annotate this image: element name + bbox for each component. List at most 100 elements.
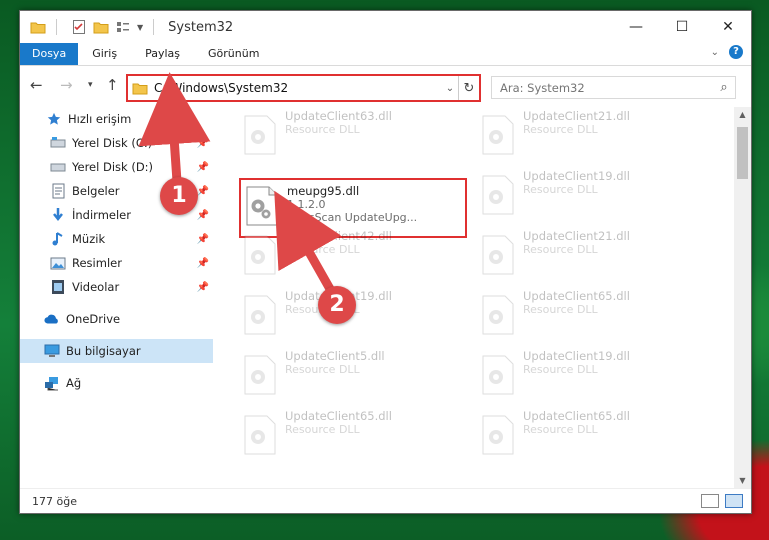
computer-icon	[44, 343, 60, 359]
refresh-icon[interactable]: ↻	[458, 76, 479, 100]
dll-file-icon	[243, 355, 277, 395]
pin-icon[interactable]: 📌	[197, 258, 209, 269]
nav-item-pictures[interactable]: Resimler 📌	[20, 251, 213, 275]
explorer-window: ▼ System32 — ☐ ✕ Dosya Giriş Paylaş Görü…	[19, 10, 752, 514]
file-description: Resource DLL	[523, 423, 598, 436]
tab-file[interactable]: Dosya	[20, 43, 79, 65]
file-description: Resource DLL	[523, 303, 598, 316]
file-tile[interactable]: UpdateClient5.dll Resource DLL	[239, 349, 469, 403]
recent-locations-icon[interactable]: ▾	[88, 80, 93, 90]
help-icon[interactable]: ?	[729, 45, 743, 59]
videos-icon	[50, 279, 66, 295]
dll-file-icon	[481, 415, 515, 455]
file-name: UpdateClient65.dll	[523, 409, 630, 423]
details-view-icon[interactable]	[701, 494, 719, 508]
new-folder-icon[interactable]	[93, 19, 109, 35]
file-tile[interactable]: UpdateClient21.dll Resource DLL	[477, 109, 707, 163]
nav-item-label: İndirmeler	[72, 208, 131, 222]
divider	[56, 19, 57, 35]
nav-item-this-pc[interactable]: Bu bilgisayar	[20, 339, 213, 363]
nav-item-label: Yerel Disk (C:)	[72, 136, 153, 150]
network-icon	[44, 375, 60, 391]
scrollbar-thumb[interactable]	[737, 127, 748, 179]
file-description: Resource DLL	[523, 243, 598, 256]
chevron-down-icon[interactable]: ⌄	[442, 83, 458, 94]
tab-view[interactable]: Görünüm	[194, 43, 273, 65]
tab-home[interactable]: Giriş	[78, 43, 131, 65]
file-tile[interactable]: UpdateClient42.dll Resource DLL	[239, 229, 469, 283]
ribbon-tabs: Dosya Giriş Paylaş Görünüm ⌄ ?	[20, 43, 751, 66]
callout-step-2: 2	[318, 286, 356, 324]
up-arrow-icon[interactable]: ↑	[106, 76, 119, 94]
scroll-up-icon[interactable]: ▲	[734, 107, 751, 123]
divider	[153, 19, 155, 35]
close-button[interactable]: ✕	[705, 11, 751, 43]
pin-icon[interactable]: 📌	[197, 186, 209, 197]
nav-item-local-disk-c[interactable]: Yerel Disk (C:) 📌	[20, 131, 213, 155]
dll-file-icon	[481, 115, 515, 155]
quick-access-toolbar: ▼ System32	[20, 19, 233, 35]
file-tile[interactable]: UpdateClient21.dll Resource DLL	[477, 229, 707, 283]
view-options-icon[interactable]	[115, 19, 131, 35]
nav-item-videos[interactable]: Videolar 📌	[20, 275, 213, 299]
file-tile[interactable]: UpdateClient19.dllResource DLL	[477, 169, 707, 223]
nav-item-label: Bu bilgisayar	[66, 344, 141, 358]
pin-icon[interactable]: 📌	[197, 210, 209, 221]
back-arrow-icon[interactable]: ←	[30, 76, 43, 94]
nav-item-label: OneDrive	[66, 312, 121, 326]
search-box[interactable]: ⌕	[491, 76, 736, 99]
pictures-icon	[50, 255, 66, 271]
search-icon[interactable]: ⌕	[713, 80, 735, 95]
navigation-bar: ← → ▾ ↑ C:\Windows\System32 ⌄ ↻ ⌕	[20, 66, 751, 106]
dll-file-icon	[245, 186, 279, 226]
tab-share[interactable]: Paylaş	[131, 43, 194, 65]
file-name: UpdateClient21.dll	[523, 229, 630, 243]
file-tile[interactable]: UpdateClient65.dll Resource DLL	[239, 409, 469, 463]
search-input[interactable]	[492, 79, 713, 96]
file-tile[interactable]: UpdateClient65.dll Resource DLL	[477, 289, 707, 343]
title-bar: ▼ System32 — ☐ ✕	[20, 11, 751, 43]
address-bar[interactable]: C:\Windows\System32 ⌄ ↻	[126, 74, 481, 102]
scroll-down-icon[interactable]: ▼	[734, 473, 751, 489]
file-description: Resource DLL	[285, 423, 360, 436]
nav-item-network[interactable]: Ağ	[20, 371, 213, 395]
expand-ribbon-icon[interactable]: ⌄	[711, 47, 719, 58]
window-title: System32	[168, 19, 234, 35]
properties-icon[interactable]	[71, 19, 87, 35]
nav-item-label: Resimler	[72, 256, 122, 270]
nav-item-onedrive[interactable]: OneDrive	[20, 307, 213, 331]
file-tile[interactable]: UpdateClient63.dll Resource DLL	[239, 109, 469, 163]
nav-item-label: Belgeler	[72, 184, 120, 198]
documents-icon	[50, 183, 66, 199]
vertical-scrollbar[interactable]: ▲ ▼	[734, 107, 751, 489]
dll-file-icon	[243, 415, 277, 455]
navigation-pane: Hızlı erişim Yerel Disk (C:) 📌 Yerel Dis…	[20, 107, 213, 489]
file-list: UpdateClient63.dll Resource DLL meupg95.d…	[217, 107, 733, 489]
forward-arrow-icon[interactable]: →	[60, 76, 73, 94]
tiles-view-icon[interactable]	[725, 494, 743, 508]
pin-icon[interactable]: 📌	[197, 234, 209, 245]
file-description: Resource DLL	[523, 363, 598, 376]
file-name: UpdateClient63.dll	[285, 109, 392, 123]
file-tile[interactable]: UpdateClient19.dllResource DLL	[477, 349, 707, 403]
address-path[interactable]: C:\Windows\System32	[148, 81, 442, 95]
file-description: Resource DLL	[285, 363, 360, 376]
minimize-button[interactable]: —	[613, 11, 659, 43]
pin-icon[interactable]: 📌	[197, 138, 209, 149]
maximize-button[interactable]: ☐	[659, 11, 705, 43]
pin-icon[interactable]: 📌	[197, 282, 209, 293]
file-tile[interactable]: UpdateClient65.dll Resource DLL	[477, 409, 707, 463]
chevron-down-icon[interactable]: ▼	[137, 23, 143, 32]
nav-item-quick-access[interactable]: Hızlı erişim	[20, 107, 213, 131]
pin-icon[interactable]: 📌	[197, 162, 209, 173]
file-name: UpdateClient5.dll	[285, 349, 385, 363]
nav-item-music[interactable]: Müzik 📌	[20, 227, 213, 251]
music-icon	[50, 231, 66, 247]
drive-icon	[50, 135, 66, 151]
dll-file-icon	[243, 295, 277, 335]
nav-item-label: Videolar	[72, 280, 120, 294]
window-controls: — ☐ ✕	[613, 11, 751, 43]
file-name: UpdateClient65.dll	[285, 409, 392, 423]
nav-item-local-disk-d[interactable]: Yerel Disk (D:) 📌	[20, 155, 213, 179]
